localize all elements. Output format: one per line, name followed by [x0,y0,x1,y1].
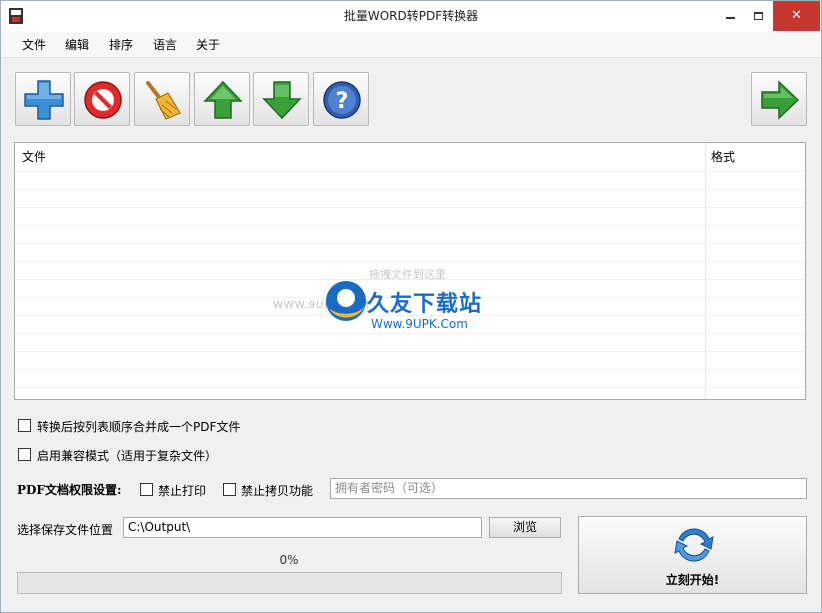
file-list[interactable]: 文件 格式 拖拽文件到这里 WWW.9UPK.COM 久友下载站 Www.9UP… [14,142,806,400]
row-divider [15,243,805,244]
column-divider [705,143,706,399]
menu-edit[interactable]: 编辑 [65,32,89,58]
move-up-icon [203,80,243,119]
maximize-button[interactable] [744,1,772,31]
close-icon: ✕ [791,8,802,23]
watermark-title: 久友下载站 [367,292,483,317]
row-divider [15,189,805,190]
menu-sort[interactable]: 排序 [109,32,133,58]
column-header-file[interactable]: 文件 [22,143,46,171]
no-print-label: 禁止打印 [158,484,207,498]
refresh-convert-icon [674,528,714,562]
row-divider [15,351,805,352]
help-button[interactable]: ? [313,72,369,126]
row-divider [15,369,805,370]
add-files-button[interactable] [15,72,71,126]
row-divider [15,333,805,334]
merge-label: 转换后按列表顺序合并成一个PDF文件 [37,420,241,434]
title-bar: 批量WORD转PDF转换器 ✕ [1,1,821,32]
row-divider [15,261,805,262]
remove-icon [84,81,122,119]
owner-password-input[interactable]: 拥有者密码（可选） [330,478,807,499]
minimize-icon [725,16,735,19]
progress-percent: 0% [279,553,299,567]
svg-text:?: ? [336,89,349,114]
add-icon [24,80,64,120]
output-path-input[interactable]: C:\Output\ [123,517,482,538]
column-header-format[interactable]: 格式 [711,143,735,171]
watermark-subtitle: Www.9UPK.Com [371,317,468,331]
app-window: 批量WORD转PDF转换器 ✕ 文件 编辑 排序 语言 关于 ? 文件 格式 拖… [0,0,822,613]
menu-bar: 文件 编辑 排序 语言 关于 [1,32,821,58]
watermark-logo-icon [326,281,366,321]
compat-mode-checkbox[interactable] [18,448,31,461]
row-divider [15,207,805,208]
output-location-label: 选择保存文件位置 [17,523,114,537]
move-up-button[interactable] [194,72,250,126]
owner-password-placeholder: 拥有者密码（可选） [335,481,444,495]
close-button[interactable]: ✕ [773,1,820,31]
no-copy-label: 禁止拷贝功能 [241,484,314,498]
output-path-value: C:\Output\ [128,520,191,534]
permissions-title: PDF文档权限设置: [17,483,122,497]
no-copy-checkbox[interactable] [223,483,236,496]
next-arrow-icon [761,80,800,120]
browse-button[interactable]: 浏览 [489,517,561,538]
minimize-button[interactable] [716,1,744,31]
drop-hint: 拖拽文件到这里 [369,268,446,281]
compat-mode-label: 启用兼容模式（适用于复杂文件） [37,449,218,463]
header-divider [15,171,805,172]
remove-file-button[interactable] [74,72,130,126]
no-print-checkbox[interactable] [140,483,153,496]
merge-checkbox[interactable] [18,419,31,432]
move-down-button[interactable] [253,72,309,126]
window-title: 批量WORD转PDF转换器 [343,9,479,23]
menu-language[interactable]: 语言 [153,32,177,58]
menu-about[interactable]: 关于 [196,32,220,58]
move-down-icon [262,81,302,120]
maximize-icon [753,11,763,20]
start-button-label: 立刻开始! [665,573,720,587]
row-divider [15,387,805,388]
progress-bar [17,572,562,594]
start-button[interactable]: 立刻开始! [578,516,807,594]
clear-broom-icon [146,81,181,120]
row-divider [15,225,805,226]
next-button[interactable] [751,72,807,126]
clear-list-button[interactable] [134,72,190,126]
help-icon: ? [323,81,361,119]
menu-file[interactable]: 文件 [22,32,46,58]
